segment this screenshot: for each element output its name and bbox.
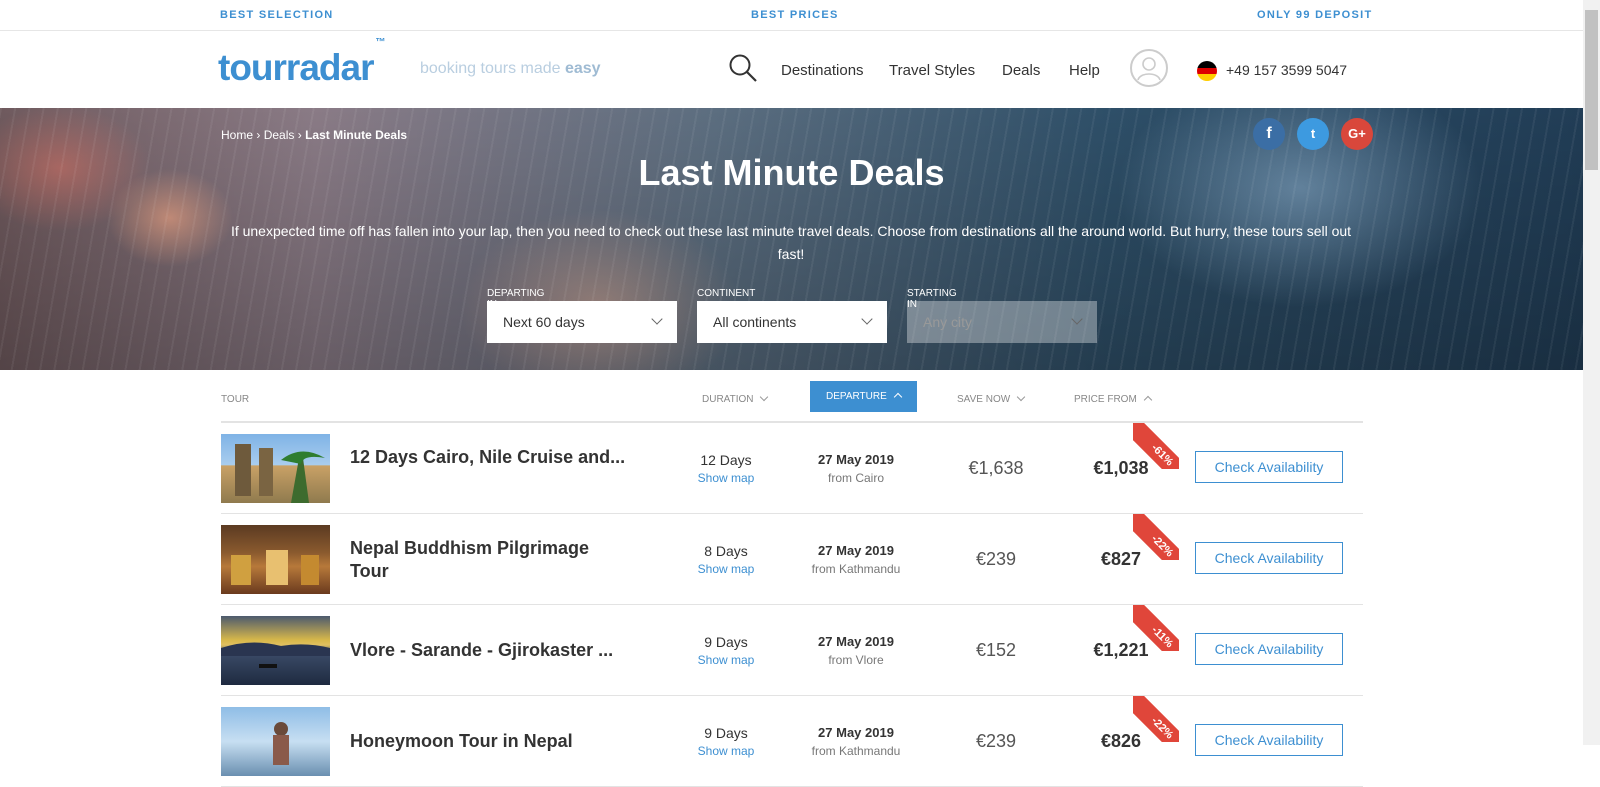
user-account-icon[interactable] — [1130, 49, 1168, 87]
tour-title[interactable]: 12 Days Cairo, Nile Cruise and... — [350, 446, 630, 469]
tour-table-header: TOUR DURATION DEPARTURE SAVE NOW PRICE F… — [221, 381, 1363, 423]
tour-thumbnail[interactable] — [221, 616, 330, 685]
tour-thumbnail[interactable] — [221, 707, 330, 776]
tour-duration: 12 Days Show map — [661, 452, 791, 485]
show-map-link[interactable]: Show map — [661, 562, 791, 576]
continent-select[interactable]: All continents — [697, 301, 887, 343]
chevron-up-icon — [893, 392, 903, 402]
check-availability-button[interactable]: Check Availability — [1195, 542, 1343, 574]
tour-row[interactable]: Honeymoon Tour in Nepal 9 Days Show map 2… — [221, 696, 1363, 787]
tour-departure: 27 May 2019 from Vlore — [818, 634, 894, 667]
facebook-icon[interactable]: f — [1253, 118, 1285, 150]
tour-save-amount: €239 — [975, 549, 1017, 569]
show-map-link[interactable]: Show map — [661, 744, 791, 758]
top-benefits-bar: BEST SELECTION BEST PRICES ONLY 99 DEPOS… — [0, 0, 1583, 31]
departing-in-select[interactable]: Next 60 days — [487, 301, 677, 343]
show-map-link[interactable]: Show map — [661, 653, 791, 667]
sort-duration[interactable]: DURATION — [702, 392, 769, 405]
discount-badge: -22% — [1133, 696, 1179, 742]
sort-save-now[interactable]: SAVE NOW — [957, 392, 1026, 405]
page-title: Last Minute Deals — [638, 152, 945, 193]
benefit-deposit: ONLY 99 DEPOSIT — [1257, 9, 1373, 21]
chevron-down-icon — [1071, 313, 1083, 325]
tour-row[interactable]: Nepal Buddhism Pilgrimage Tour 8 Days Sho… — [221, 514, 1363, 605]
chevron-down-icon — [1016, 392, 1026, 402]
tour-title[interactable]: Vlore - Sarande - Gjirokaster ... — [350, 639, 630, 662]
breadcrumb-current: Last Minute Deals — [305, 128, 408, 142]
starting-in-select[interactable]: Any city — [907, 301, 1097, 343]
tour-title[interactable]: Nepal Buddhism Pilgrimage Tour — [350, 537, 630, 583]
nav-deals[interactable]: Deals — [1002, 62, 1040, 79]
sort-price-from[interactable]: PRICE FROM — [1074, 394, 1153, 405]
breadcrumb-separator-icon: › — [256, 128, 264, 142]
sort-departure[interactable]: DEPARTURE — [810, 381, 917, 412]
breadcrumb: Home › Deals › Last Minute Deals — [221, 128, 407, 142]
tour-departure: 27 May 2019 from Kathmandu — [811, 725, 901, 758]
chevron-up-icon — [1143, 395, 1153, 405]
nav-help[interactable]: Help — [1069, 62, 1100, 79]
breadcrumb-home[interactable]: Home — [221, 128, 253, 142]
nav-destinations[interactable]: Destinations — [781, 62, 864, 79]
tour-departure: 27 May 2019 from Kathmandu — [811, 543, 901, 576]
discount-badge: -11% — [1133, 605, 1179, 651]
tagline: booking tours made easy — [420, 60, 601, 77]
nav-travel-styles[interactable]: Travel Styles — [889, 62, 975, 79]
tour-save-amount: €1,638 — [968, 458, 1024, 478]
show-map-link[interactable]: Show map — [661, 471, 791, 485]
tour-row[interactable]: 12 Days Cairo, Nile Cruise and... 12 Day… — [221, 423, 1363, 514]
discount-badge: -61% — [1133, 423, 1179, 469]
tour-duration: 9 Days Show map — [661, 725, 791, 758]
benefit-best-selection: BEST SELECTION — [220, 9, 334, 21]
chevron-down-icon — [861, 313, 873, 325]
chevron-down-icon — [760, 392, 769, 402]
google-plus-icon[interactable]: G+ — [1341, 118, 1373, 150]
search-icon[interactable] — [728, 53, 758, 83]
tour-thumbnail[interactable] — [221, 525, 330, 594]
site-header: tourradar™ booking tours made easy Desti… — [0, 31, 1583, 108]
column-tour: TOUR — [221, 394, 250, 405]
check-availability-button[interactable]: Check Availability — [1195, 724, 1343, 756]
tour-save-amount: €152 — [975, 640, 1017, 660]
page-scrollbar[interactable] — [1583, 0, 1600, 745]
tour-thumbnail[interactable] — [221, 434, 330, 503]
check-availability-button[interactable]: Check Availability — [1195, 451, 1343, 483]
tour-duration: 8 Days Show map — [661, 543, 791, 576]
germany-flag-icon[interactable] — [1197, 61, 1217, 81]
tour-title[interactable]: Honeymoon Tour in Nepal — [350, 730, 630, 753]
phone-number[interactable]: +49 157 3599 5047 — [1226, 62, 1347, 78]
tour-duration: 9 Days Show map — [661, 634, 791, 667]
check-availability-button[interactable]: Check Availability — [1195, 633, 1343, 665]
benefit-best-prices: BEST PRICES — [751, 9, 839, 21]
tour-departure: 27 May 2019 from Cairo — [818, 452, 894, 485]
chevron-down-icon — [651, 313, 663, 325]
hero-banner: Home › Deals › Last Minute Deals f t G+ … — [0, 108, 1583, 370]
tourradar-logo[interactable]: tourradar™ — [218, 37, 385, 89]
page-description: If unexpected time off has fallen into y… — [230, 223, 1352, 262]
scrollbar-thumb[interactable] — [1585, 10, 1598, 170]
tour-save-amount: €239 — [975, 731, 1017, 751]
tour-row[interactable]: Vlore - Sarande - Gjirokaster ... 9 Days… — [221, 605, 1363, 696]
twitter-icon[interactable]: t — [1297, 118, 1329, 150]
discount-badge: -22% — [1133, 514, 1179, 560]
breadcrumb-separator-icon: › — [297, 128, 306, 142]
filter-label: CONTINENT — [697, 288, 756, 299]
breadcrumb-deals[interactable]: Deals — [264, 128, 295, 142]
